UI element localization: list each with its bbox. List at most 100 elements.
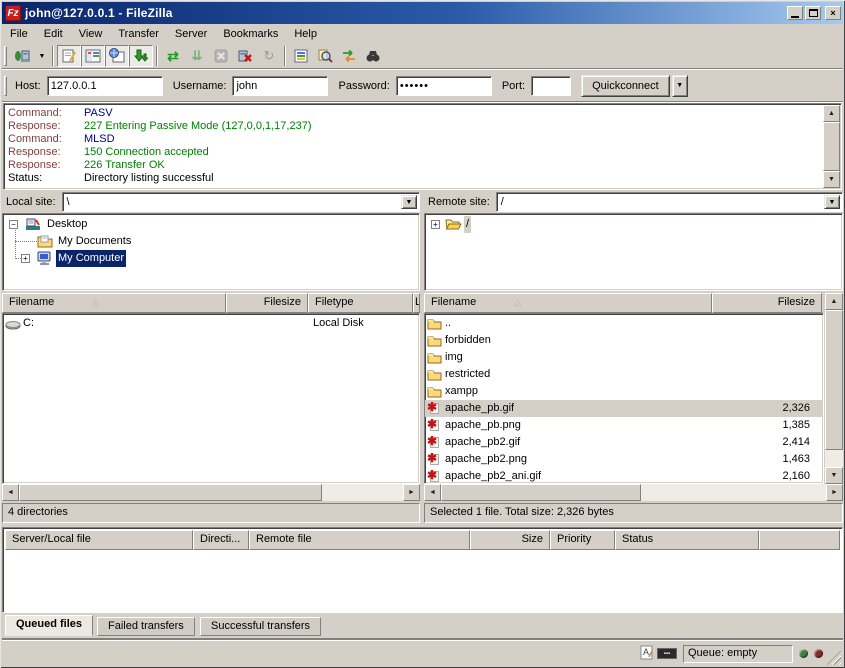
- remote-file-row-selected[interactable]: ✱ apache_pb.gif 2,326: [425, 400, 823, 417]
- queue-col-size[interactable]: Size: [470, 530, 550, 550]
- process-queue-button[interactable]: ⇊: [185, 45, 209, 67]
- maximize-button[interactable]: [805, 6, 821, 20]
- scroll-thumb[interactable]: [19, 484, 322, 501]
- menu-bookmarks[interactable]: Bookmarks: [215, 26, 286, 42]
- scroll-thumb[interactable]: [825, 310, 843, 450]
- local-col-filetype[interactable]: Filetype: [308, 293, 413, 313]
- menu-transfer[interactable]: Transfer: [110, 26, 167, 42]
- remote-tree[interactable]: + /: [424, 213, 843, 291]
- collapse-icon[interactable]: −: [9, 220, 18, 229]
- tab-queued-files[interactable]: Queued files: [5, 615, 93, 636]
- tab-successful-transfers[interactable]: Successful transfers: [200, 617, 321, 636]
- remote-col-filesize[interactable]: Filesize: [712, 293, 822, 313]
- queue-col-server-local-file[interactable]: Server/Local file: [5, 530, 193, 550]
- toggle-message-log-button[interactable]: [57, 45, 81, 67]
- remote-file-row[interactable]: ..: [425, 315, 823, 332]
- remote-col-filename[interactable]: Filename△: [424, 293, 712, 313]
- minimize-button[interactable]: [787, 6, 803, 20]
- combo-dropdown-icon[interactable]: ▼: [824, 195, 840, 209]
- toolbar-grip[interactable]: [4, 46, 7, 66]
- recv-activity-led: [799, 649, 808, 658]
- local-col-lastmodified[interactable]: L: [413, 293, 420, 313]
- menu-edit[interactable]: Edit: [36, 26, 71, 42]
- host-input[interactable]: [47, 76, 163, 96]
- find-files-button[interactable]: [361, 45, 385, 67]
- scroll-right-button[interactable]: ►: [403, 484, 420, 501]
- expand-icon[interactable]: +: [431, 220, 440, 229]
- expand-icon[interactable]: +: [21, 254, 30, 263]
- queue-col-blank[interactable]: [759, 530, 840, 550]
- log-line: Command:MLSD: [8, 133, 817, 146]
- local-site-combo[interactable]: \ ▼: [62, 192, 420, 212]
- queue-col-direction[interactable]: Directi...: [193, 530, 249, 550]
- remote-file-row[interactable]: forbidden: [425, 332, 823, 349]
- local-file-listbody[interactable]: C: Local Disk: [2, 313, 420, 484]
- toolbar-separator: [52, 46, 54, 66]
- combo-dropdown-icon[interactable]: ▼: [401, 195, 417, 209]
- site-manager-dropdown-button[interactable]: ▼: [35, 45, 49, 67]
- titlebar[interactable]: Fz john@127.0.0.1 - FileZilla ×: [2, 2, 843, 24]
- site-manager-icon: [14, 48, 32, 64]
- sort-ascending-icon: △: [92, 297, 99, 307]
- menubar: File Edit View Transfer Server Bookmarks…: [2, 24, 843, 43]
- scroll-thumb[interactable]: [823, 122, 840, 171]
- scroll-up-button[interactable]: ▲: [823, 105, 840, 122]
- remote-file-row[interactable]: ✱ apache_pb2_ani.gif 2,160: [425, 468, 823, 484]
- remote-file-row[interactable]: img: [425, 349, 823, 366]
- quickconnect-grip[interactable]: [4, 76, 7, 96]
- transfer-queue[interactable]: Server/Local file Directi... Remote file…: [2, 527, 843, 613]
- tab-failed-transfers[interactable]: Failed transfers: [97, 617, 195, 636]
- local-col-filesize[interactable]: Filesize: [226, 293, 308, 313]
- local-file-row[interactable]: C: Local Disk: [3, 315, 419, 332]
- directory-listing-filters-button[interactable]: [289, 45, 313, 67]
- toggle-transfer-queue-button[interactable]: [129, 45, 153, 67]
- scroll-down-button[interactable]: ▼: [823, 171, 840, 188]
- cancel-operation-button[interactable]: [209, 45, 233, 67]
- username-input[interactable]: [232, 76, 328, 96]
- remote-file-row[interactable]: xampp: [425, 383, 823, 400]
- toggle-local-tree-button[interactable]: [81, 45, 105, 67]
- local-file-filetype: Local Disk: [313, 315, 364, 332]
- quickconnect-dropdown-button[interactable]: ▼: [672, 75, 688, 97]
- port-input[interactable]: [531, 76, 571, 96]
- window-resize-grip[interactable]: [827, 651, 841, 665]
- scroll-down-button[interactable]: ▼: [825, 467, 843, 484]
- remote-file-row[interactable]: ✱ apache_pb2.gif 2,414: [425, 434, 823, 451]
- queue-col-status[interactable]: Status: [615, 530, 759, 550]
- site-manager-button[interactable]: [11, 45, 35, 67]
- password-input[interactable]: [396, 76, 492, 96]
- scroll-right-button[interactable]: ►: [826, 484, 843, 501]
- menu-view[interactable]: View: [71, 26, 111, 42]
- pane-splitter[interactable]: [420, 191, 424, 524]
- remote-site-combo[interactable]: / ▼: [496, 192, 843, 212]
- menu-server[interactable]: Server: [167, 26, 215, 42]
- message-log[interactable]: Command:PASV Response:227 Entering Passi…: [3, 103, 842, 190]
- local-site-bar: Local site: \ ▼: [2, 191, 420, 213]
- reconnect-button[interactable]: ↻: [257, 45, 281, 67]
- directory-comparison-button[interactable]: [313, 45, 337, 67]
- synchronized-browsing-button[interactable]: [337, 45, 361, 67]
- close-button[interactable]: ×: [825, 6, 841, 20]
- scroll-up-button[interactable]: ▲: [825, 293, 843, 310]
- remote-file-row[interactable]: restricted: [425, 366, 823, 383]
- scroll-left-button[interactable]: ◄: [2, 484, 19, 501]
- queue-col-remote-file[interactable]: Remote file: [249, 530, 470, 550]
- local-tree[interactable]: − Desktop My Documents + My Computer: [2, 213, 420, 291]
- queue-tabstrip: Queued files Failed transfers Successful…: [2, 614, 843, 639]
- scroll-thumb[interactable]: [441, 484, 641, 501]
- disk-drive-icon: [5, 319, 21, 336]
- disconnect-button[interactable]: [233, 45, 257, 67]
- menu-help[interactable]: Help: [286, 26, 325, 42]
- indicator-badge-icon: ▪▪▪: [657, 648, 677, 659]
- menu-file[interactable]: File: [2, 26, 36, 42]
- remote-file-listbody[interactable]: .. forbidden img restricted xampp ✱ apac…: [424, 313, 824, 484]
- local-col-filename[interactable]: Filename△: [2, 293, 226, 313]
- quickconnect-button[interactable]: Quickconnect: [581, 75, 670, 97]
- remote-file-row[interactable]: ✱ apache_pb2.png 1,463: [425, 451, 823, 468]
- log-line: Response:226 Transfer OK: [8, 159, 817, 172]
- queue-col-priority[interactable]: Priority: [550, 530, 615, 550]
- toggle-remote-tree-button[interactable]: [105, 45, 129, 67]
- scroll-left-button[interactable]: ◄: [424, 484, 441, 501]
- remote-file-row[interactable]: ✱ apache_pb.png 1,385: [425, 417, 823, 434]
- refresh-button[interactable]: ⇄: [161, 45, 185, 67]
